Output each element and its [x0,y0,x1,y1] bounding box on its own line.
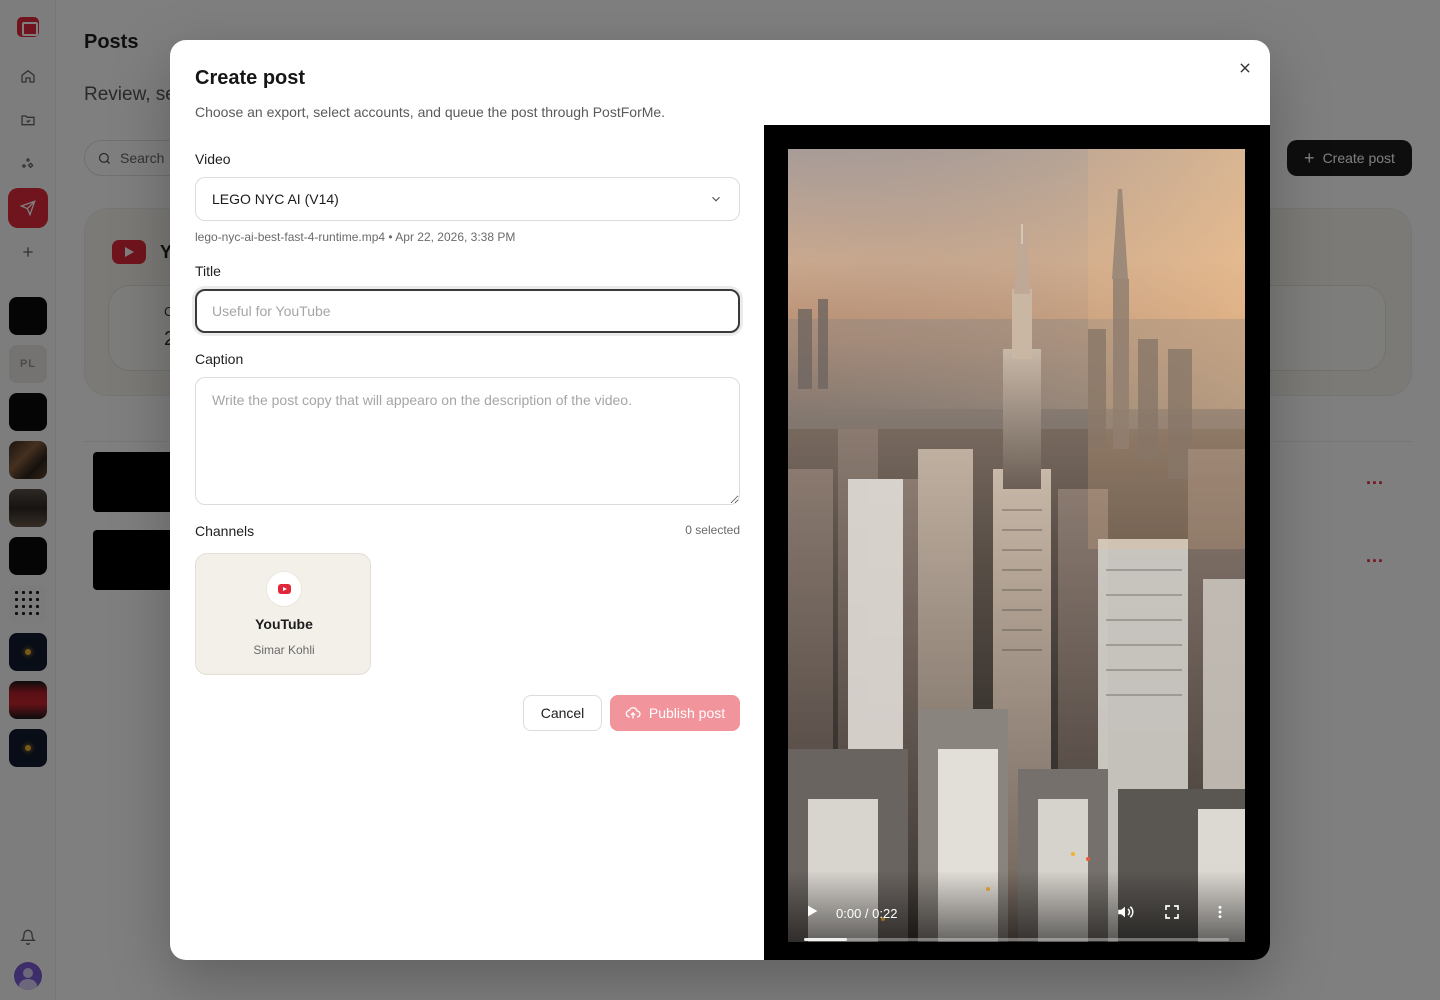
video-time: 0:00 / 0:22 [836,906,898,921]
youtube-icon [277,584,291,594]
dialog-title: Create post [195,67,306,89]
fullscreen-icon[interactable] [1164,904,1180,920]
dialog-description: Choose an export, select accounts, and q… [195,104,666,120]
video-select[interactable]: LEGO NYC AI (V14) [195,177,740,221]
chevron-down-icon [712,196,720,202]
close-button[interactable] [1232,55,1258,81]
channels-selected-count: 0 selected [685,523,740,537]
channel-name: YouTube [255,616,313,632]
cloud-upload-icon [625,707,641,719]
caption-label: Caption [195,351,244,367]
publish-post-button[interactable]: Publish post [610,695,740,731]
video-player[interactable]: 0:00 / 0:22 [788,149,1245,942]
more-options-icon[interactable] [1212,903,1228,921]
video-selected-value: LEGO NYC AI (V14) [212,191,339,207]
channel-card-youtube[interactable]: YouTube Simar Kohli [195,553,371,675]
create-post-dialog: Create post Choose an export, select acc… [170,40,1270,960]
video-file-meta: lego-nyc-ai-best-fast-4-runtime.mp4 • Ap… [195,230,516,244]
channels-label: Channels [195,523,255,539]
volume-icon[interactable] [1116,903,1134,921]
video-buffered-fill [804,938,847,941]
caption-textarea[interactable] [195,377,740,505]
channel-account: Simar Kohli [253,643,315,657]
video-preview: 0:00 / 0:22 [764,125,1270,960]
video-progress-bar[interactable] [804,938,1229,941]
title-label: Title [195,263,221,279]
close-icon [1240,63,1250,73]
play-icon[interactable] [804,903,820,919]
video-frame-image [788,149,1245,942]
cancel-button[interactable]: Cancel [523,695,602,731]
publish-post-label: Publish post [648,705,726,721]
title-input[interactable] [195,289,740,333]
channel-icon [266,571,302,607]
video-label: Video [195,151,231,167]
